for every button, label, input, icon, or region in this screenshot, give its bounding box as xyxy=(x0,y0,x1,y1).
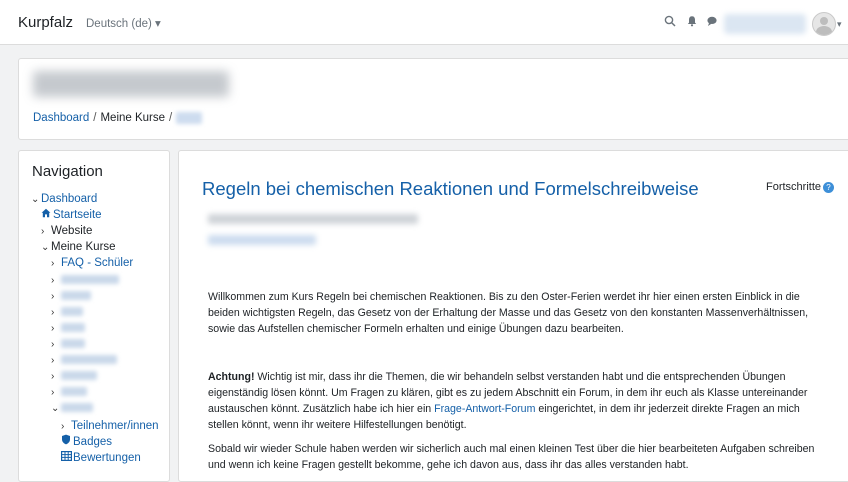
course-link-redacted xyxy=(61,403,93,413)
chevron-right-icon: › xyxy=(61,421,65,432)
breadcrumb-separator: / xyxy=(93,112,97,125)
chat-icon[interactable] xyxy=(704,15,720,31)
nav-item-website[interactable]: › Website xyxy=(41,223,92,239)
course-link-redacted xyxy=(61,371,97,381)
notice-paragraph: Achtung! Wichtig ist mir, dass ihr die T… xyxy=(208,369,832,433)
table-icon xyxy=(61,451,73,467)
nav-item-teilnehmer[interactable]: › Teilnehmer/innen xyxy=(61,418,159,434)
course-link-redacted xyxy=(61,307,83,317)
breadcrumb-my-courses[interactable]: Meine Kurse xyxy=(100,112,165,124)
chevron-right-icon: › xyxy=(51,371,55,382)
closing-paragraph: Sobald wir wieder Schule haben werden wi… xyxy=(208,443,815,471)
section-summary-redacted xyxy=(208,214,418,224)
breadcrumb-dashboard[interactable]: Dashboard xyxy=(33,112,89,124)
chevron-right-icon: › xyxy=(51,339,55,350)
breadcrumb: Dashboard / Meine Kurse / xyxy=(33,112,203,125)
course-header: Dashboard / Meine Kurse / xyxy=(18,58,848,140)
nav-item-course[interactable]: › xyxy=(51,320,85,336)
nav-item-meine-kurse[interactable]: ⌄ Meine Kurse xyxy=(41,239,116,255)
course-link-redacted xyxy=(61,339,85,349)
course-content: Regeln bei chemischen Reaktionen und For… xyxy=(178,150,848,482)
nav-item-faq[interactable]: › FAQ - Schüler xyxy=(51,255,133,271)
chevron-down-icon: ⌄ xyxy=(41,242,50,253)
chevron-right-icon: › xyxy=(51,291,55,302)
intro-paragraph: Willkommen zum Kurs Regeln bei chemische… xyxy=(208,291,809,335)
nav-item-bewertungen[interactable]: Bewertungen xyxy=(61,450,141,466)
site-brand[interactable]: Kurpfalz xyxy=(18,14,73,31)
search-icon[interactable] xyxy=(662,15,678,31)
notice-label: Achtung! xyxy=(208,371,255,383)
avatar[interactable] xyxy=(812,12,836,36)
chevron-right-icon: › xyxy=(51,307,55,318)
chevron-right-icon: › xyxy=(51,275,55,286)
nav-item-course[interactable]: › xyxy=(51,288,91,304)
course-link-redacted xyxy=(61,291,91,301)
forum-link[interactable]: Frage-Antwort-Forum xyxy=(434,403,535,415)
nav-item-current-course[interactable]: ⌄ xyxy=(51,400,93,416)
shield-icon xyxy=(61,434,73,451)
course-name-redacted xyxy=(33,71,229,97)
bell-icon[interactable] xyxy=(684,15,700,31)
breadcrumb-course-redacted[interactable] xyxy=(176,112,203,124)
progress-label: Fortschritte xyxy=(766,181,822,193)
nav-item-startseite[interactable]: Startseite xyxy=(41,207,102,223)
nav-item-course[interactable]: › xyxy=(51,304,83,320)
nav-item-badges[interactable]: Badges xyxy=(61,434,112,450)
user-menu-chevron-down-icon[interactable]: ▾ xyxy=(837,19,842,30)
chevron-down-icon: ⌄ xyxy=(31,194,40,205)
nav-item-course[interactable]: › xyxy=(51,336,85,352)
course-link-redacted xyxy=(61,275,119,285)
chevron-right-icon: › xyxy=(51,258,55,269)
progress-indicator: Fortschritte? xyxy=(766,181,835,193)
top-navbar: Kurpfalz Deutsch (de) ▾ ▾ xyxy=(0,0,848,45)
nav-item-course[interactable]: › xyxy=(51,384,87,400)
nav-item-course[interactable]: › xyxy=(51,272,119,288)
nav-item-course[interactable]: › xyxy=(51,368,97,384)
chevron-down-icon: ⌄ xyxy=(51,403,60,414)
page-title: Regeln bei chemischen Reaktionen und For… xyxy=(202,178,699,199)
nav-item-course[interactable]: › xyxy=(51,352,117,368)
course-link-redacted xyxy=(61,323,85,333)
breadcrumb-separator: / xyxy=(169,112,173,125)
chevron-right-icon: › xyxy=(41,226,45,237)
navigation-block: Navigation ⌄ Dashboard Startseite › Websit… xyxy=(18,150,170,482)
course-link-redacted xyxy=(61,387,87,397)
chevron-right-icon: › xyxy=(51,323,55,334)
course-link-redacted xyxy=(61,355,117,365)
nav-item-dashboard[interactable]: ⌄ Dashboard xyxy=(31,191,97,207)
chevron-right-icon: › xyxy=(51,387,55,398)
navigation-title: Navigation xyxy=(32,163,103,180)
help-icon[interactable]: ? xyxy=(823,181,835,193)
chevron-right-icon: › xyxy=(51,355,55,366)
language-selector[interactable]: Deutsch (de) ▾ xyxy=(86,16,161,30)
section-link-redacted[interactable] xyxy=(208,235,316,245)
home-icon xyxy=(41,208,53,224)
user-name[interactable] xyxy=(724,14,806,34)
